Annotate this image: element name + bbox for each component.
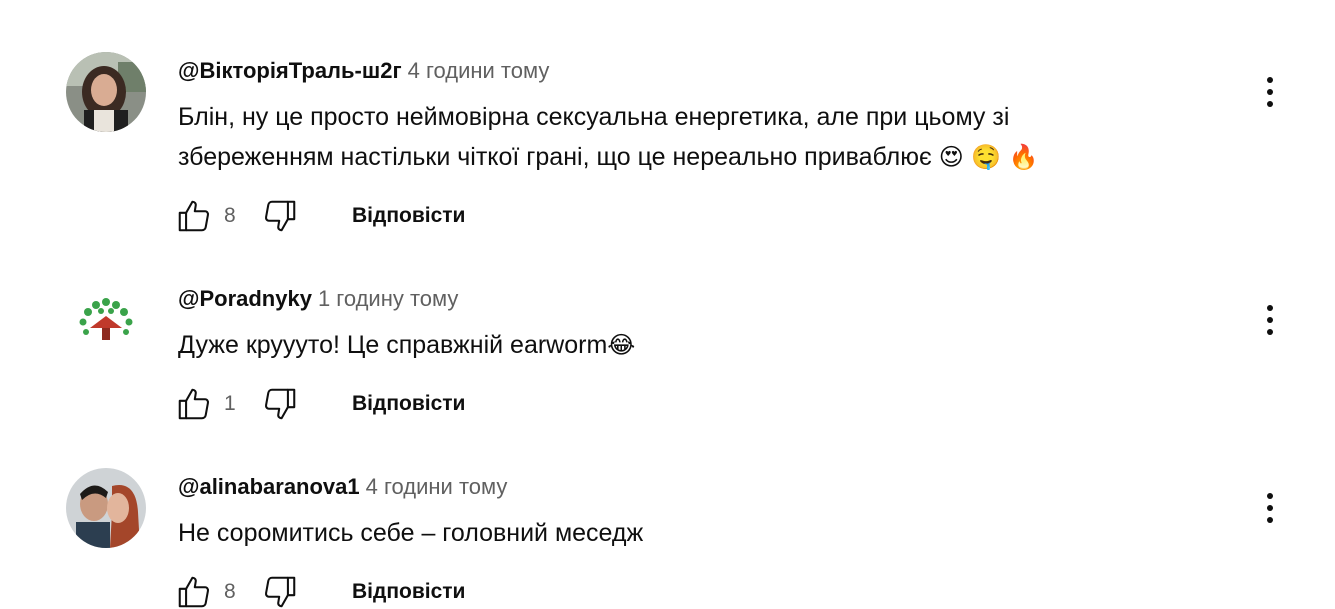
like-button[interactable] xyxy=(174,572,214,609)
comments-section: @ВікторіяТраль-ш2г 4 години тому Блін, ну… xyxy=(0,0,1335,609)
more-vert-icon xyxy=(1267,317,1273,323)
more-vert-icon xyxy=(1267,329,1273,335)
more-vert-icon xyxy=(1267,517,1273,523)
more-vert-icon xyxy=(1267,89,1273,95)
thumb-down-icon xyxy=(264,576,296,608)
comment-actions: 8 Відповісти xyxy=(174,196,465,236)
more-vert-icon xyxy=(1267,505,1273,511)
like-count: 8 xyxy=(224,204,236,227)
comment-text: Дуже круууто! Це справжній earworm😂 xyxy=(178,325,1178,365)
dislike-button[interactable] xyxy=(260,572,300,609)
thumb-up-icon xyxy=(178,200,210,232)
dislike-button[interactable] xyxy=(260,384,300,424)
thumb-down-icon xyxy=(264,388,296,420)
comment-actions: 8 Відповісти xyxy=(174,572,465,609)
reply-button[interactable]: Відповісти xyxy=(352,204,465,228)
emoji-group: 😍 🤤 🔥 xyxy=(938,143,1039,171)
dislike-button[interactable] xyxy=(260,196,300,236)
more-vert-icon xyxy=(1267,101,1273,107)
comment-menu-button[interactable] xyxy=(1250,300,1290,340)
comment-header: @Poradnyky 1 годину тому xyxy=(178,286,458,312)
author-name[interactable]: @alinabaranova1 xyxy=(178,474,360,499)
comment-text: Не соромитись себе – головний меседж xyxy=(178,513,1178,553)
thumb-down-icon xyxy=(264,200,296,232)
comment-header: @ВікторіяТраль-ш2г 4 години тому xyxy=(178,58,549,84)
comment-text-line: збереженням настільки чіткої грані, що ц… xyxy=(178,137,1178,177)
comment-text-segment: збереженням настільки чіткої грані, що ц… xyxy=(178,143,932,171)
comment-text-line: Блін, ну це просто неймовірна сексуальна… xyxy=(178,103,1010,131)
more-vert-icon xyxy=(1267,493,1273,499)
comment-text-line: Дуже круууто! Це справжній earworm😂 xyxy=(178,325,1178,365)
avatar[interactable] xyxy=(66,280,146,360)
reply-button[interactable]: Відповісти xyxy=(352,580,465,604)
comment-text: Блін, ну це просто неймовірна сексуальна… xyxy=(178,97,1178,177)
author-name[interactable]: @Poradnyky xyxy=(178,286,312,311)
thumb-up-icon xyxy=(178,576,210,608)
like-count: 1 xyxy=(224,392,236,415)
thumb-up-icon xyxy=(178,388,210,420)
comment-time[interactable]: 4 години тому xyxy=(366,474,508,499)
comment-time[interactable]: 1 годину тому xyxy=(318,286,458,311)
author-name[interactable]: @ВікторіяТраль-ш2г xyxy=(178,58,402,83)
more-vert-icon xyxy=(1267,77,1273,83)
avatar[interactable] xyxy=(66,52,146,132)
comment-menu-button[interactable] xyxy=(1250,72,1290,112)
reply-button[interactable]: Відповісти xyxy=(352,392,465,416)
comment-menu-button[interactable] xyxy=(1250,488,1290,528)
like-button[interactable] xyxy=(174,384,214,424)
more-vert-icon xyxy=(1267,305,1273,311)
comment-header: @alinabaranova1 4 години тому xyxy=(178,474,507,500)
comment-text-segment: Дуже круууто! Це справжній earworm xyxy=(178,331,608,359)
avatar[interactable] xyxy=(66,468,146,548)
comment-text-line: Не соромитись себе – головний меседж xyxy=(178,519,644,547)
emoji-group: 😂 xyxy=(607,331,636,359)
like-button[interactable] xyxy=(174,196,214,236)
comment-time[interactable]: 4 години тому xyxy=(408,58,550,83)
like-count: 8 xyxy=(224,580,236,603)
comment-actions: 1 Відповісти xyxy=(174,384,465,424)
